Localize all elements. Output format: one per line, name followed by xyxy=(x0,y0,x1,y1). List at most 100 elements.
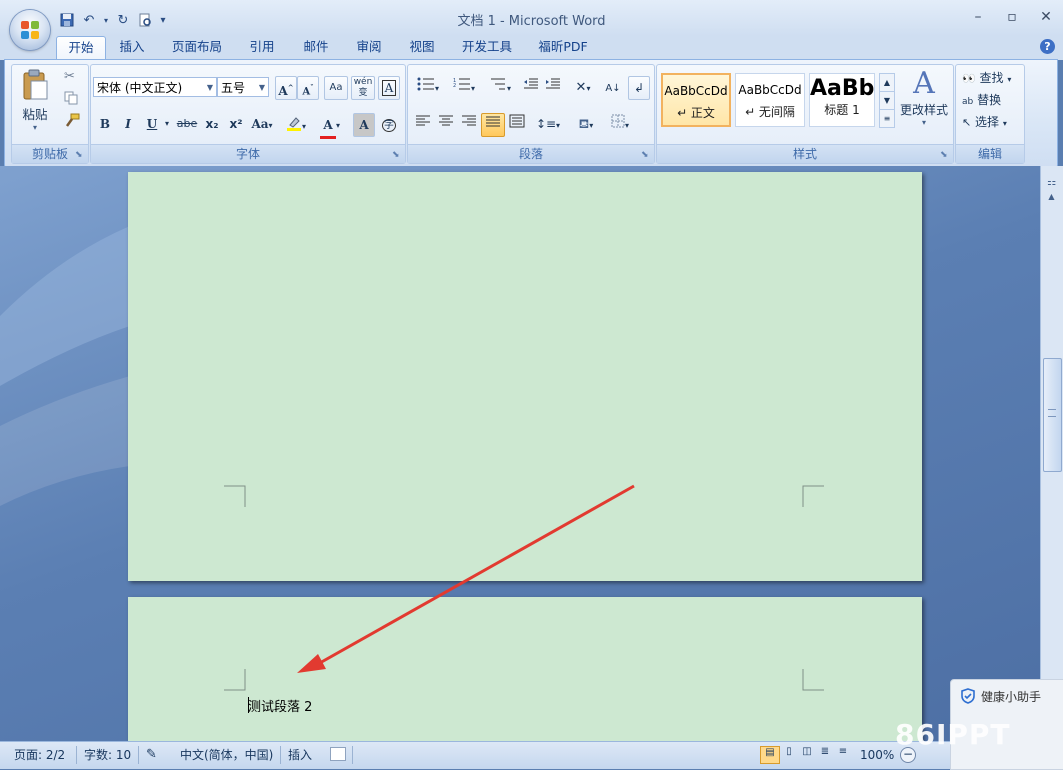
full-screen-reading-icon[interactable]: ▯ xyxy=(780,746,798,762)
maximize-icon[interactable]: ▫ xyxy=(995,6,1029,28)
font-launcher-icon[interactable]: ⬊ xyxy=(392,150,402,160)
bold-button[interactable]: B xyxy=(95,113,115,135)
chinese-layout-button[interactable]: ✕▾ xyxy=(568,76,598,98)
numbering-button[interactable]: 1 2 ▾ xyxy=(448,76,480,98)
font-name-combo[interactable]: 宋体 (中文正文) ▼ xyxy=(93,77,217,97)
scroll-up-icon[interactable]: ▲ xyxy=(1044,192,1059,204)
styles-launcher-icon[interactable]: ⬊ xyxy=(940,150,950,160)
cut-icon[interactable]: ✂ xyxy=(64,69,75,84)
strikethrough-button[interactable]: abe xyxy=(175,113,199,135)
find-button[interactable]: 👀 查找 ▾ xyxy=(962,69,1011,87)
distributed-icon xyxy=(509,114,525,128)
tab-page-layout[interactable]: 页面布局 xyxy=(166,36,228,60)
proofing-icon[interactable]: ✎ xyxy=(146,746,157,764)
justify-button[interactable] xyxy=(481,113,505,137)
macro-record-icon[interactable] xyxy=(330,747,346,761)
language-indicator[interactable]: 中文(简体，中国) xyxy=(180,746,273,764)
phonetic-guide-icon: 变 xyxy=(358,88,368,98)
font-size-combo[interactable]: 五号 ▼ xyxy=(217,77,269,97)
paste-button[interactable]: 粘贴 ▾ xyxy=(16,67,54,139)
bullets-button[interactable]: ▾ xyxy=(412,76,444,98)
font-size-value: 五号 xyxy=(221,81,246,95)
align-right-button[interactable] xyxy=(458,113,480,135)
font-name-value: 宋体 (中文正文) xyxy=(97,81,183,95)
print-layout-view-icon[interactable]: ▤ xyxy=(760,746,780,764)
font-group: 宋体 (中文正文) ▼ 五号 ▼ A^ Aˇ Aa wén 变 A B I U ▾… xyxy=(90,64,406,164)
align-center-button[interactable] xyxy=(435,113,457,135)
style-no-spacing[interactable]: AaBbCcDd ↵ 无间隔 xyxy=(735,73,805,127)
styles-group-label: 样式 xyxy=(657,144,953,163)
page-count[interactable]: 页面: 2/2 xyxy=(14,746,65,764)
line-spacing-button[interactable]: ↕≡▾ xyxy=(532,113,564,135)
distributed-button[interactable] xyxy=(506,113,528,135)
tab-foxit-pdf[interactable]: 福昕PDF xyxy=(532,36,594,60)
styles-scroll-up-icon[interactable]: ▲ xyxy=(879,73,895,92)
font-size-dropdown-icon: ▼ xyxy=(258,83,265,92)
format-painter-icon[interactable] xyxy=(64,113,80,132)
underline-dropdown-icon[interactable]: ▾ xyxy=(163,113,171,135)
character-border-button[interactable]: A xyxy=(378,76,400,100)
style-normal[interactable]: AaBbCcDd ↵ 正文 xyxy=(661,73,731,127)
change-case-button[interactable]: Aa▾ xyxy=(249,113,275,135)
styles-scroll-down-icon[interactable]: ▼ xyxy=(879,91,895,110)
show-marks-button[interactable]: ↲ xyxy=(628,76,650,100)
tab-view[interactable]: 视图 xyxy=(402,36,442,60)
help-icon[interactable]: ? xyxy=(1040,39,1055,54)
phonetic-guide-button[interactable]: wén 变 xyxy=(351,76,375,100)
highlight-button[interactable]: ▾ xyxy=(281,113,311,135)
borders-button[interactable]: ▾ xyxy=(604,113,636,135)
select-button[interactable]: ↖ 选择 ▾ xyxy=(962,113,1007,131)
multilevel-list-button[interactable]: ▾ xyxy=(484,76,516,98)
sort-button[interactable]: A↓ xyxy=(602,76,624,98)
tab-references[interactable]: 引用 xyxy=(242,36,282,60)
minimize-icon[interactable]: – xyxy=(961,6,995,28)
close-icon[interactable]: ✕ xyxy=(1029,6,1063,28)
vertical-scrollbar[interactable]: ⚏ ▲ xyxy=(1040,166,1063,742)
copy-icon[interactable] xyxy=(64,91,78,108)
numbered-list-icon: 12 xyxy=(453,78,470,90)
tab-review[interactable]: 审阅 xyxy=(349,36,389,60)
tab-home[interactable]: 开始 xyxy=(56,36,106,61)
health-helper-label: 健康小助手 xyxy=(981,690,1042,704)
superscript-button[interactable]: x² xyxy=(225,113,247,135)
tab-mailings[interactable]: 邮件 xyxy=(296,36,336,60)
grow-font-button[interactable]: A^ xyxy=(275,76,297,100)
paragraph-mark-icon: ↲ xyxy=(633,81,645,95)
align-left-icon xyxy=(416,115,430,126)
outline-view-icon[interactable]: ≣ xyxy=(816,746,834,762)
web-layout-icon[interactable]: ◫ xyxy=(798,746,816,762)
align-left-button[interactable] xyxy=(412,113,434,135)
subscript-button[interactable]: x₂ xyxy=(201,113,223,135)
shrink-font-button[interactable]: Aˇ xyxy=(297,76,319,100)
clipboard-launcher-icon[interactable]: ⬊ xyxy=(75,150,85,160)
styles-more-icon[interactable]: ≡ xyxy=(879,109,895,128)
clear-formatting-button[interactable]: Aa xyxy=(324,76,348,100)
tab-developer[interactable]: 开发工具 xyxy=(455,36,519,60)
shading-button[interactable]: ⛾▾ xyxy=(570,113,602,135)
change-styles-button[interactable]: A 更改样式 ▾ xyxy=(897,67,951,137)
zoom-level[interactable]: 100% xyxy=(860,746,894,764)
office-button[interactable] xyxy=(10,10,50,50)
increase-indent-icon xyxy=(546,78,560,89)
insert-mode[interactable]: 插入 xyxy=(288,746,312,764)
change-styles-label: 更改样式 xyxy=(899,103,948,117)
decrease-indent-button[interactable] xyxy=(520,76,542,98)
view-buttons: ▤ ▯ ◫ ≣ ≡ xyxy=(760,746,852,764)
underline-button[interactable]: U xyxy=(141,113,163,135)
enclose-characters-button[interactable]: 字 xyxy=(378,113,400,135)
replace-button[interactable]: ab 替换 xyxy=(962,91,1001,109)
font-color-button[interactable]: A ▾ xyxy=(315,113,345,139)
italic-button[interactable]: I xyxy=(118,113,138,135)
tab-insert[interactable]: 插入 xyxy=(112,36,152,60)
increase-indent-button[interactable] xyxy=(542,76,564,98)
draft-view-icon[interactable]: ≡ xyxy=(834,746,852,762)
paragraph-launcher-icon[interactable]: ⬊ xyxy=(641,150,651,160)
document-workspace[interactable]: 测试段落 2 xyxy=(0,166,1040,742)
character-shading-button[interactable]: A xyxy=(353,113,375,137)
view-ruler-icon[interactable]: ⚏ xyxy=(1044,176,1059,189)
justify-icon xyxy=(486,116,500,127)
word-count[interactable]: 字数: 10 xyxy=(84,746,131,764)
paragraph-group: ▾ 1 2 ▾ ▾ ✕▾ A↓ ↲ ↕≡▾ ⛾▾ ▾ 段落 ⬊ xyxy=(407,64,655,164)
style-heading-1[interactable]: AaBb 标题 1 xyxy=(809,73,875,127)
scroll-thumb[interactable] xyxy=(1043,358,1062,472)
